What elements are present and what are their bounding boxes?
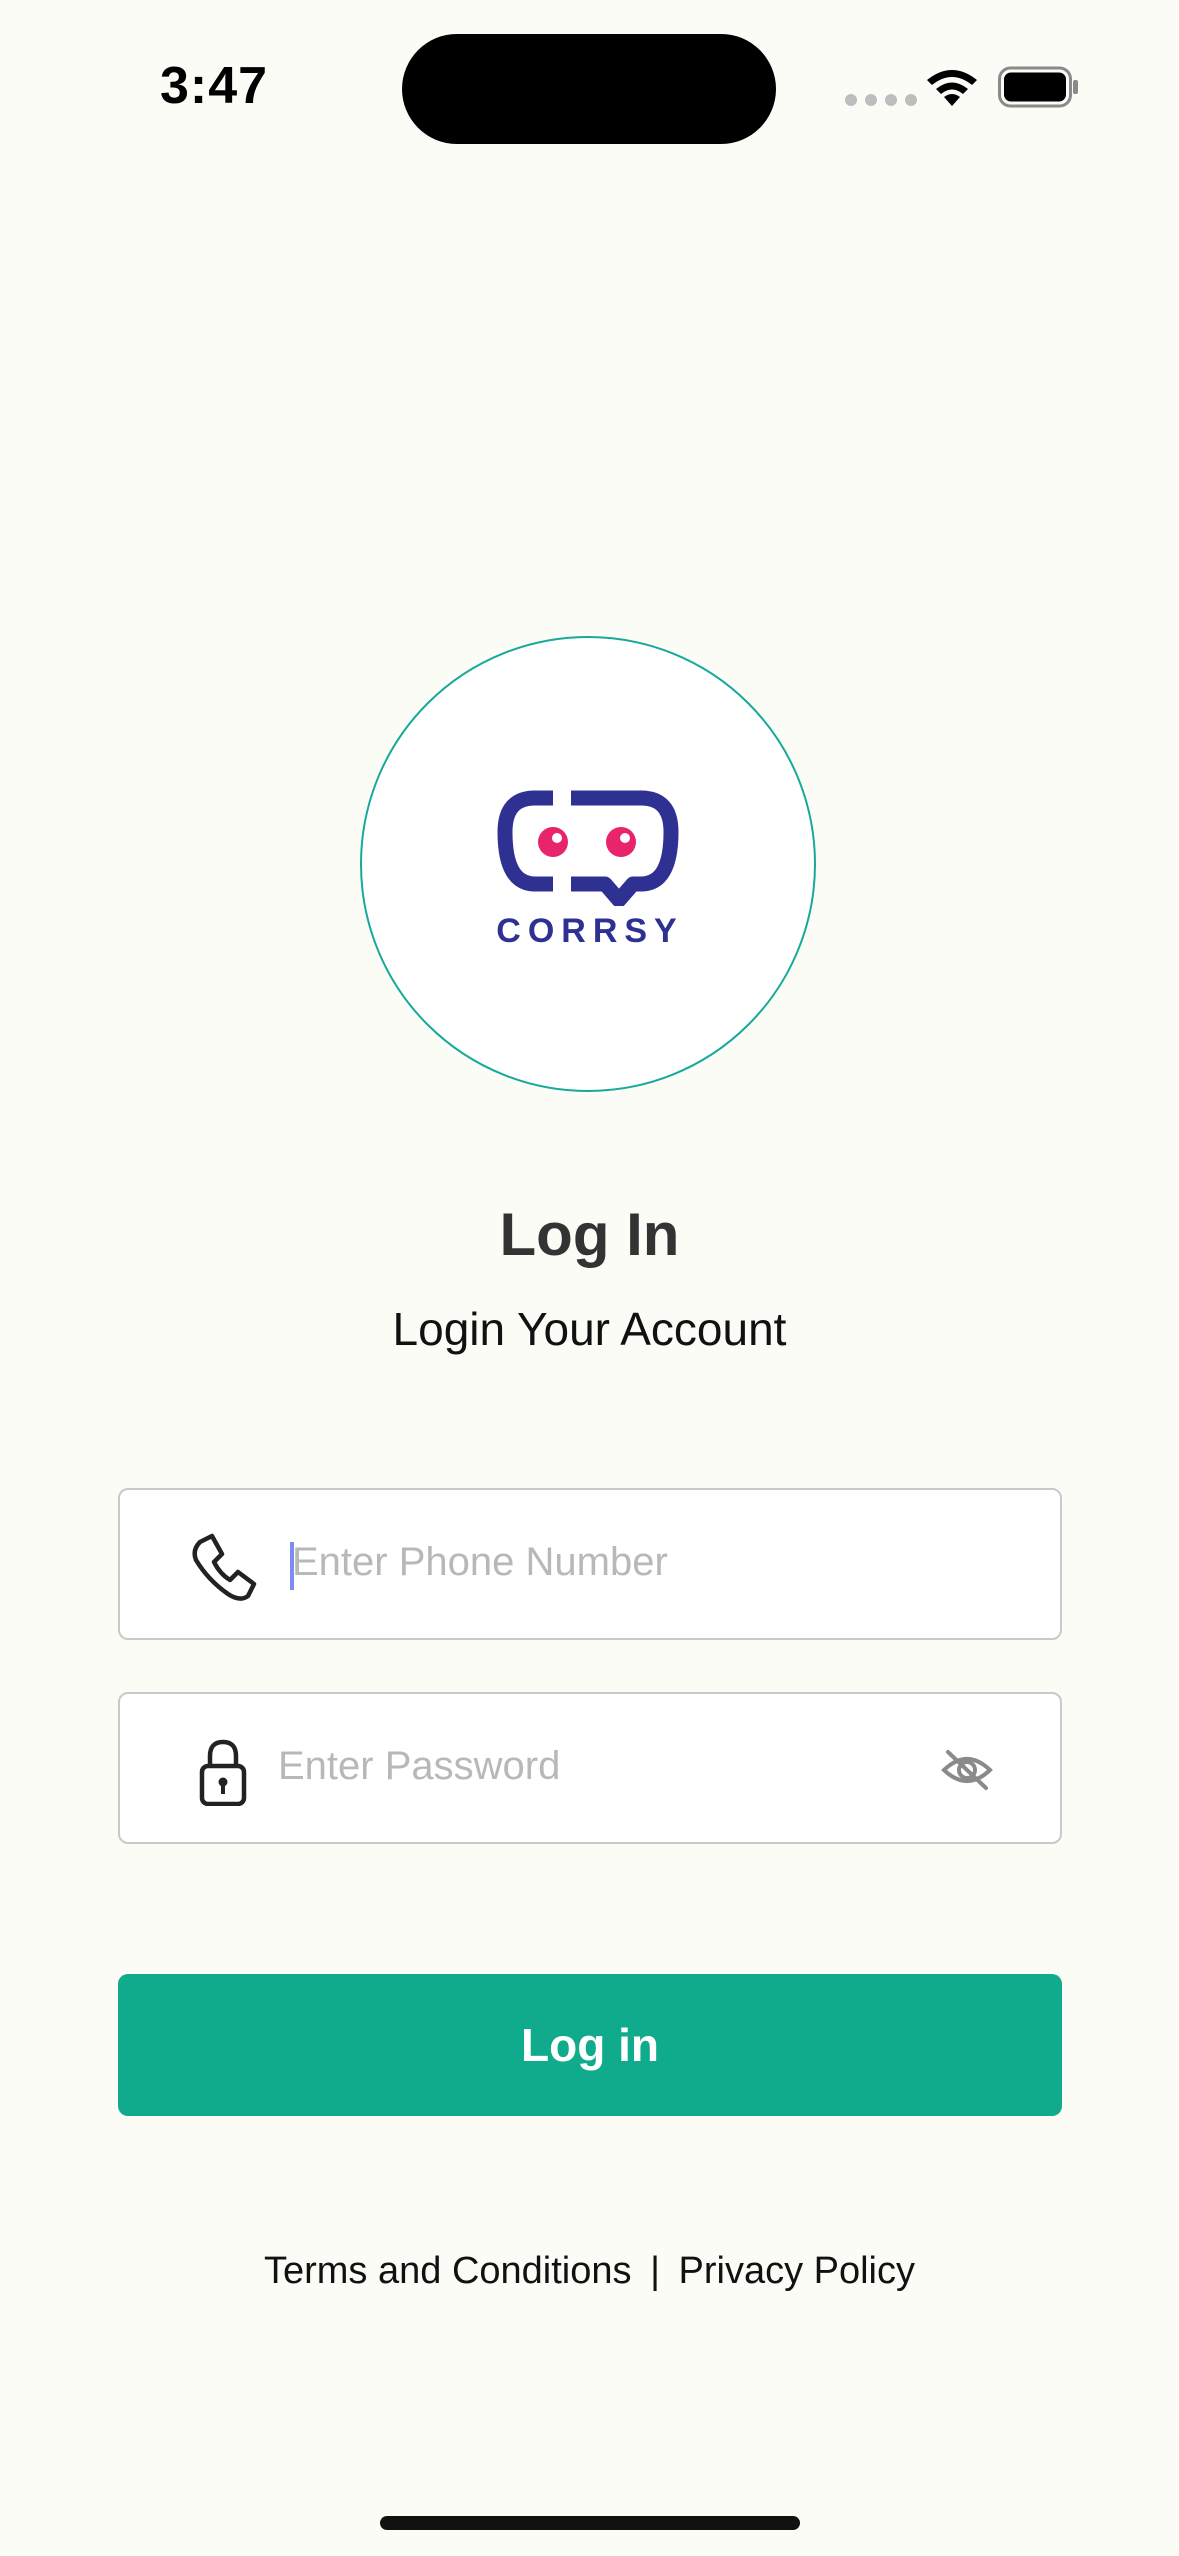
page-title: Log In xyxy=(499,1201,680,1268)
corrsy-logo-icon xyxy=(497,790,679,906)
privacy-link[interactable]: Privacy Policy xyxy=(679,2250,916,2292)
phone-icon xyxy=(192,1533,257,1601)
login-button[interactable]: Log in xyxy=(118,1974,1062,2116)
wifi-icon xyxy=(927,70,977,106)
terms-link[interactable]: Terms and Conditions xyxy=(264,2250,632,2292)
page-subtitle: Login Your Account xyxy=(392,1303,787,1355)
logo-wordmark: CORRSY xyxy=(496,912,684,950)
lock-icon xyxy=(199,1739,247,1806)
phone-number-field[interactable]: Enter Phone Number xyxy=(118,1488,1062,1640)
dynamic-island xyxy=(402,34,776,144)
home-indicator xyxy=(380,2516,800,2530)
password-placeholder: Enter Password xyxy=(278,1744,561,1788)
footer-separator: | xyxy=(650,2250,660,2292)
battery-icon xyxy=(998,66,1078,108)
cellular-signal-icon xyxy=(845,94,917,106)
eye-slash-icon[interactable] xyxy=(940,1746,994,1794)
footer-links: Terms and Conditions | Privacy Policy xyxy=(0,2250,1179,2293)
password-field[interactable]: Enter Password xyxy=(118,1692,1062,1844)
status-time: 3:47 xyxy=(160,57,269,115)
phone-number-placeholder: Enter Phone Number xyxy=(292,1540,668,1584)
